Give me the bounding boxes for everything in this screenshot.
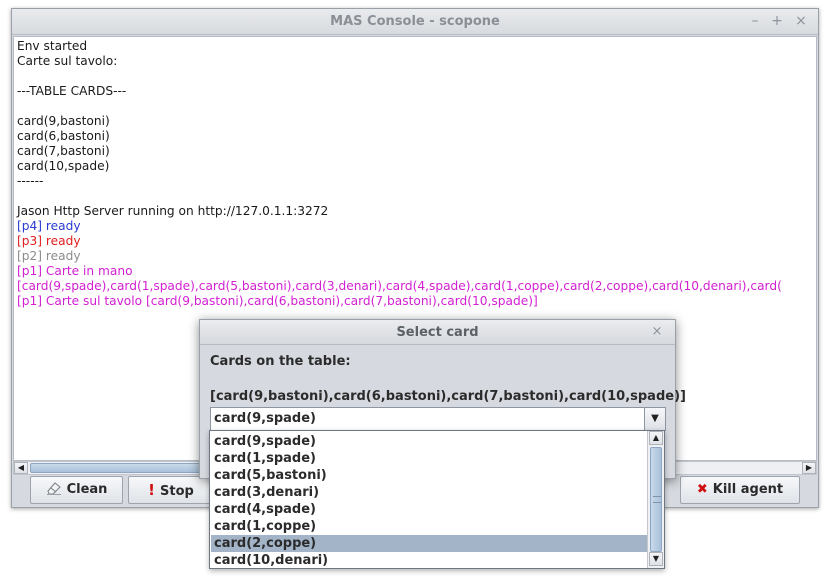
combo-selected-value: card(9,spade) xyxy=(214,411,317,426)
dropdown-option[interactable]: card(1,coppe) xyxy=(211,518,647,535)
dialog-title-bar[interactable]: Select card × xyxy=(200,320,675,345)
scroll-left-button[interactable]: ◀ xyxy=(14,462,28,474)
window-title: MAS Console - scopone xyxy=(330,14,500,29)
red-x-icon: ✖ xyxy=(696,482,708,497)
dropdown-option[interactable]: card(4,spade) xyxy=(211,501,647,518)
scroll-down-button[interactable]: ▼ xyxy=(649,552,663,566)
console-line: [p1] Carte in mano xyxy=(17,264,133,278)
minimize-button[interactable]: – xyxy=(746,12,764,30)
kill-agent-button[interactable]: ✖ Kill agent xyxy=(680,476,800,504)
console-line: [p3] ready xyxy=(17,234,81,248)
dropdown-option[interactable]: card(3,denari) xyxy=(211,484,647,501)
console-line: card(9,bastoni) xyxy=(17,114,110,128)
dropdown-option[interactable]: card(10,denari) xyxy=(211,552,647,569)
dialog-heading: Cards on the table: xyxy=(210,354,351,369)
card-dropdown-list[interactable]: card(9,spade) card(1,spade) card(5,bastoni… xyxy=(209,430,665,569)
title-bar[interactable]: MAS Console - scopone – + × xyxy=(12,9,818,35)
console-line: card(6,bastoni) xyxy=(17,129,110,143)
console-line: card(7,bastoni) xyxy=(17,144,110,158)
dialog-close-button[interactable]: × xyxy=(648,323,666,341)
stop-label: Stop xyxy=(160,484,194,499)
card-combobox[interactable]: card(9,spade) ▼ xyxy=(210,407,666,431)
console-lines: Env started Carte sul tavolo: ---TABLE CAR… xyxy=(17,39,807,309)
console-line: ---TABLE CARDS--- xyxy=(17,84,127,98)
console-line: [p2] ready xyxy=(17,249,81,263)
eraser-icon xyxy=(46,477,62,503)
chevron-down-icon[interactable]: ▼ xyxy=(644,408,665,430)
clean-button[interactable]: Clean xyxy=(30,476,123,504)
scroll-up-button[interactable]: ▲ xyxy=(649,431,663,445)
scroll-right-button[interactable]: ▶ xyxy=(802,462,816,474)
console-line: [card(9,spade),card(1,spade),card(5,bast… xyxy=(17,279,782,293)
console-line: ------ xyxy=(17,174,44,188)
dropdown-option[interactable]: card(1,spade) xyxy=(211,450,647,467)
vertical-scrollbar[interactable]: ▲ ▼ xyxy=(647,431,664,568)
console-line: Jason Http Server running on http://127.… xyxy=(17,204,329,218)
table-cards-text: [card(9,bastoni),card(6,bastoni),card(7,… xyxy=(210,389,686,404)
close-button[interactable]: × xyxy=(792,12,810,30)
console-line: Env started xyxy=(17,39,88,53)
vertical-scroll-thumb[interactable] xyxy=(650,447,662,552)
dropdown-option[interactable]: card(2,coppe) xyxy=(211,535,647,552)
dropdown-option[interactable]: card(9,spade) xyxy=(211,433,647,450)
console-line: [p4] ready xyxy=(17,219,81,233)
console-line: card(10,spade) xyxy=(17,159,110,173)
exclamation-icon: ! xyxy=(148,481,155,499)
console-line: Carte sul tavolo: xyxy=(17,54,118,68)
kill-agent-label: Kill agent xyxy=(712,482,784,497)
console-line: [p1] Carte sul tavolo [card(9,bastoni),c… xyxy=(17,294,538,308)
clean-label: Clean xyxy=(66,482,108,497)
dropdown-option[interactable]: card(5,bastoni) xyxy=(211,467,647,484)
stop-button[interactable]: ! Stop xyxy=(128,476,214,504)
dialog-title: Select card xyxy=(396,325,479,340)
scroll-grip-icon xyxy=(653,496,661,503)
maximize-button[interactable]: + xyxy=(768,12,786,30)
